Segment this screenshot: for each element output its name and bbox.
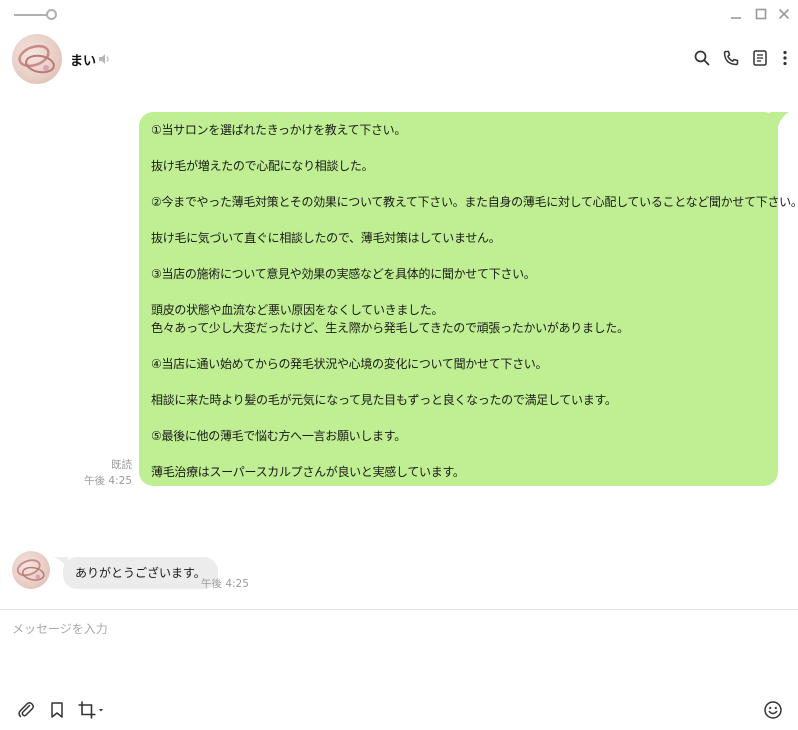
sent-message-line: ⑤最後に他の薄毛で悩む方へ一言お願いします。: [151, 429, 406, 443]
received-avatar[interactable]: [12, 551, 50, 589]
sent-message-line: ③当店の施術について意見や効果の実感などを具体的に聞かせて下さい。: [151, 267, 536, 281]
pin-toggle-icon[interactable]: [14, 9, 58, 21]
chat-header: まい: [0, 30, 798, 90]
maximize-icon[interactable]: [753, 6, 769, 22]
read-status: 既読: [111, 459, 132, 471]
contact-name: まい: [70, 54, 97, 69]
more-vertical-icon[interactable]: [778, 49, 792, 67]
sent-message-line: ①当サロンを選ばれたきっかけを教えて下さい。: [151, 123, 407, 137]
title-bar: [0, 0, 798, 30]
sent-message-line: 薄毛治療はスーパースカルプさんが良いと実感しています。: [151, 465, 465, 479]
sent-message-line: ④当店に通い始めてからの発毛状況や心境の変化について聞かせて下さい。: [151, 357, 548, 371]
speaker-icon: [97, 51, 111, 65]
notes-icon[interactable]: [751, 49, 769, 67]
input-divider: [0, 609, 798, 610]
sent-message-bubble[interactable]: ①当サロンを選ばれたきっかけを教えて下さい。 抜け毛が増えたので心配になり相談し…: [139, 112, 798, 486]
received-message-bubble[interactable]: ありがとうございます。: [63, 557, 218, 589]
message-input[interactable]: [12, 620, 786, 680]
bookmark-icon[interactable]: [47, 700, 67, 720]
sent-message-line: 相談に来た時より髪の毛が元気になって見た目もずっと良くなったので満足しています。: [151, 393, 617, 407]
sent-timestamp: 午後 4:25: [84, 475, 132, 487]
search-icon[interactable]: [693, 49, 711, 67]
paperclip-icon[interactable]: [16, 700, 36, 720]
sent-message-line: 頭皮の状態や血流など悪い原因をなくしていきました。: [151, 303, 444, 317]
sent-message-line: ②今までやった薄毛対策とその効果について教えて下さい。また自身の薄毛に対して心配…: [151, 195, 798, 209]
sent-message-line: 色々あって少し大変だったけど、生え際から発毛してきたので頑張ったかいがありました…: [151, 321, 629, 335]
close-icon[interactable]: [776, 6, 792, 22]
pin-knob: [46, 9, 57, 20]
sent-message-line: 抜け毛に気づいて直ぐに相談したので、薄毛対策はしていません。: [151, 231, 501, 245]
phone-icon[interactable]: [722, 49, 740, 67]
received-timestamp: 午後 4:25: [201, 578, 249, 590]
sent-bubble-tail: [770, 112, 789, 126]
sent-message-line: 抜け毛が増えたので心配になり相談した。: [151, 159, 374, 173]
emoji-icon[interactable]: [763, 700, 783, 720]
crop-icon[interactable]: [77, 700, 105, 720]
minimize-icon[interactable]: [728, 6, 744, 22]
pin-track: [14, 14, 48, 16]
contact-avatar[interactable]: [12, 34, 62, 84]
